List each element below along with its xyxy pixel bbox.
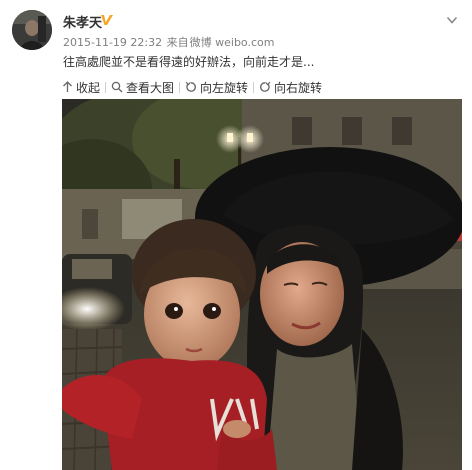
- post-meta: 2015-11-19 22:32 来自微博 weibo.com: [63, 34, 274, 50]
- post-text: 往高處爬並不是看得遠的好辦法，向前走才是...: [63, 55, 315, 69]
- arrow-up-icon: [63, 81, 72, 92]
- chevron-down-icon[interactable]: [446, 14, 458, 26]
- toolbar-divider: [179, 81, 181, 93]
- view-large-button[interactable]: 查看大图: [111, 79, 174, 96]
- post-photo[interactable]: [62, 99, 462, 470]
- source-prefix: 来自: [166, 36, 189, 49]
- weibo-post-card: 朱孝天 2015-11-19 22:32 来自微博 weibo.com 往高處爬…: [0, 0, 472, 470]
- rotate-left-label: 向左旋转: [200, 80, 249, 95]
- toolbar-divider: [105, 81, 107, 93]
- avatar[interactable]: [12, 10, 52, 50]
- view-large-label: 查看大图: [126, 80, 175, 95]
- rotate-right-icon: [260, 81, 271, 92]
- rotate-left-icon: [185, 81, 197, 92]
- verified-badge-icon: [101, 15, 113, 25]
- rotate-left-button[interactable]: 向左旋转: [185, 79, 248, 96]
- rotate-right-label: 向右旋转: [274, 80, 323, 95]
- collapse-button[interactable]: 收起: [62, 79, 100, 96]
- avatar-image: [12, 10, 52, 50]
- rotate-right-button[interactable]: 向右旋转: [259, 79, 322, 96]
- post-source[interactable]: 微博 weibo.com: [190, 36, 275, 49]
- toolbar-divider: [253, 81, 255, 93]
- magnifier-icon: [111, 81, 123, 93]
- author-name[interactable]: 朱孝天: [63, 12, 102, 31]
- post-timestamp[interactable]: 2015-11-19 22:32: [63, 36, 162, 49]
- media-toolbar: 收起 查看大图 向左旋转 向右旋转: [62, 78, 322, 96]
- photo-image: [62, 99, 462, 470]
- collapse-label: 收起: [76, 80, 101, 95]
